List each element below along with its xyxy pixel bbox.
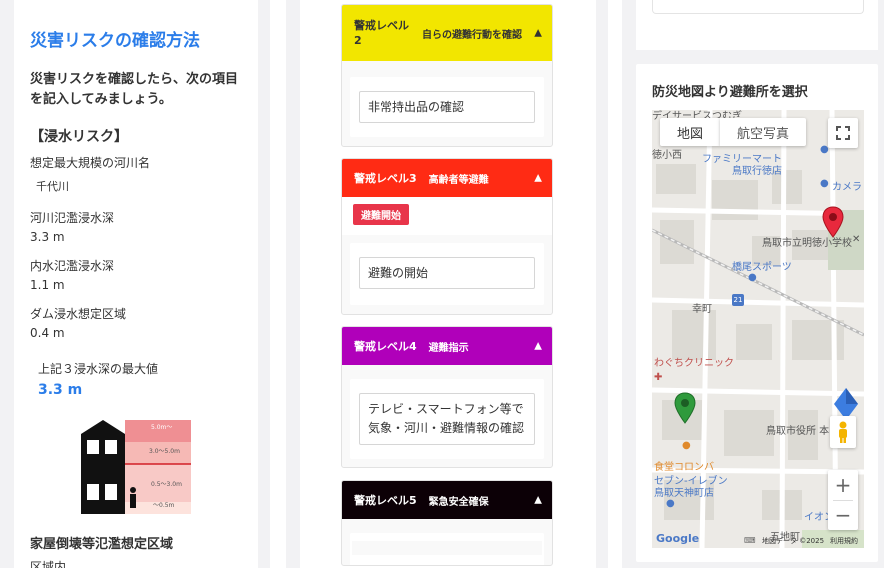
divider-strip bbox=[608, 0, 622, 568]
green-map-pin-icon[interactable] bbox=[674, 392, 696, 428]
alert-level-5-body bbox=[350, 533, 544, 565]
alert-level-5-header[interactable]: 警戒レベル5 緊急安全確保 ▲ bbox=[342, 481, 552, 519]
zoom-control: + − bbox=[828, 470, 858, 530]
previous-card-input bbox=[652, 0, 864, 14]
zoom-in-icon[interactable]: + bbox=[828, 471, 858, 500]
shop-icon[interactable]: ● bbox=[748, 272, 757, 283]
map-title: 防災地図より避難所を選択 bbox=[652, 85, 808, 100]
flood-risk-heading: 【浸水リスク】 bbox=[30, 129, 128, 145]
alert-level-4-header[interactable]: 警戒レベル4 避難指示 ▲ bbox=[342, 327, 552, 365]
map-type-map-button[interactable]: 地図 bbox=[660, 118, 720, 146]
alert-level-2-card: 警戒レベル2 自らの避難行動を確認 ▲ 非常持出品の確認 bbox=[341, 4, 553, 147]
alert-level-2-item[interactable]: 非常持出品の確認 bbox=[359, 91, 535, 123]
evacuation-map[interactable]: デイサービスつむぎ 徳小西 ファミリーマート 鳥取行徳店 ● ● カメラ 鳥取市… bbox=[652, 110, 864, 548]
alert-level-2-sub: 自らの避難行動を確認 bbox=[422, 29, 522, 41]
alert-level-3-body: 避難の開始 bbox=[350, 243, 544, 305]
map-label-cityhall[interactable]: 鳥取市役所 本 bbox=[766, 422, 829, 437]
alert-level-3-item[interactable]: 避難の開始 bbox=[359, 257, 535, 289]
map-label-clinic[interactable]: わぐちクリニック bbox=[654, 354, 734, 369]
alert-level-5-name: 警戒レベル5 bbox=[354, 494, 417, 507]
previous-card bbox=[636, 0, 878, 50]
route-shield-icon: 21 bbox=[732, 294, 744, 306]
restaurant-icon[interactable]: ● bbox=[682, 440, 691, 451]
alert-level-2-name: 警戒レベル2 bbox=[354, 19, 409, 47]
alert-level-3-name: 警戒レベル3 bbox=[354, 172, 417, 185]
alert-level-3-header[interactable]: 警戒レベル3 高齢者等避難 ▲ bbox=[342, 159, 552, 197]
dam-area-value: 0.4 m bbox=[30, 326, 65, 340]
collapse-area-value: 区域内 bbox=[30, 560, 67, 568]
house-label-3-5m: 3.0〜5.0m bbox=[149, 448, 180, 455]
map-panel: 防災地図より避難所を選択 デイサービスつむぎ 徳小西 ファミリーマート 鳥取行徳… bbox=[636, 64, 878, 562]
terms-link[interactable]: 利用規約 bbox=[830, 536, 858, 546]
collapse-arrow-icon[interactable]: ▲ bbox=[534, 341, 542, 352]
alert-level-5-card: 警戒レベル5 緊急安全確保 ▲ bbox=[341, 480, 553, 566]
dam-area-label: ダム浸水想定区域 bbox=[30, 307, 127, 321]
alert-level-3-card: 警戒レベル3 高齢者等避難 ▲ 避難開始 避難の開始 bbox=[341, 158, 553, 315]
max-depth-label: 上記３浸水深の最大値 bbox=[38, 362, 159, 376]
map-label-camera[interactable]: カメラ bbox=[832, 178, 862, 193]
zoom-out-icon[interactable]: − bbox=[828, 501, 858, 530]
house-label-5m: 5.0m〜 bbox=[151, 424, 172, 431]
alert-level-4-card: 警戒レベル4 避難指示 ▲ テレビ・スマートフォン等で気象・河川・避難情報の確認 bbox=[341, 326, 553, 468]
risk-check-panel: 災害リスクの確認方法 災害リスクを確認したら、次の項目を記入してみましょう。 【… bbox=[14, 0, 258, 568]
alert-level-2-body: 非常持出品の確認 bbox=[350, 77, 544, 137]
alert-level-4-item[interactable]: テレビ・スマートフォン等で気象・河川・避難情報の確認 bbox=[359, 393, 535, 445]
evacuation-start-badge: 避難開始 bbox=[353, 204, 409, 225]
river-depth-label: 河川氾濫浸水深 bbox=[30, 211, 115, 225]
map-label-saiwaicho: 幸町 bbox=[692, 304, 712, 315]
map-data-credit[interactable]: 地図データ ©2025 bbox=[762, 536, 824, 546]
map-label-familymart-branch[interactable]: 鳥取行徳店 bbox=[732, 162, 782, 177]
river-depth-value: 3.3 m bbox=[30, 230, 65, 244]
collapse-area-label: 家屋倒壊等氾濫想定区域 bbox=[30, 537, 174, 552]
alert-level-3-sub: 高齢者等避難 bbox=[428, 174, 489, 186]
river-name-value: 千代川 bbox=[36, 180, 69, 193]
map-label-tokushoushi[interactable]: 徳小西 bbox=[652, 146, 682, 161]
inland-depth-label: 内水氾濫浸水深 bbox=[30, 259, 115, 273]
school-icon[interactable]: ✕ bbox=[852, 234, 860, 245]
house-label-05m: 〜0.5m bbox=[153, 502, 175, 509]
collapse-arrow-icon[interactable]: ▲ bbox=[534, 173, 542, 184]
alert-level-2-header[interactable]: 警戒レベル2 自らの避難行動を確認 ▲ bbox=[342, 5, 552, 61]
shop-icon[interactable]: ● bbox=[666, 498, 675, 509]
house-label-05-3m: 0.5〜3.0m bbox=[151, 481, 182, 488]
map-label-colombe[interactable]: 食堂コロンバ bbox=[654, 458, 714, 473]
risk-check-title: 災害リスクの確認方法 bbox=[30, 31, 200, 51]
collapse-arrow-icon[interactable]: ▲ bbox=[534, 28, 542, 39]
red-map-pin-icon[interactable] bbox=[822, 206, 844, 242]
map-label-hashio-sports[interactable]: 橋尾スポーツ bbox=[732, 258, 792, 273]
map-label-seven-branch[interactable]: 鳥取天神町店 bbox=[654, 484, 714, 499]
alert-level-5-sub: 緊急安全確保 bbox=[428, 496, 489, 508]
alert-level-4-name: 警戒レベル4 bbox=[354, 340, 417, 353]
collapse-arrow-icon[interactable]: ▲ bbox=[534, 495, 542, 506]
map-type-aerial-button[interactable]: 航空写真 bbox=[720, 118, 806, 146]
inland-depth-value: 1.1 m bbox=[30, 278, 65, 292]
google-logo: Google bbox=[656, 532, 700, 545]
max-depth-value: 3.3 m bbox=[38, 382, 83, 398]
clinic-icon[interactable]: ✚ bbox=[654, 372, 662, 383]
alert-level-4-body: テレビ・スマートフォン等で気象・河川・避難情報の確認 bbox=[350, 379, 544, 459]
divider-strip bbox=[270, 0, 286, 568]
fullscreen-icon[interactable] bbox=[828, 118, 858, 148]
shop-icon[interactable]: ● bbox=[820, 178, 829, 189]
street-view-pegman-icon[interactable] bbox=[830, 416, 856, 448]
map-footer: Google ⌨ 地図データ ©2025 利用規約 bbox=[652, 530, 864, 548]
keyboard-icon[interactable]: ⌨ bbox=[744, 536, 756, 545]
alert-level-4-sub: 避難指示 bbox=[428, 342, 469, 354]
river-name-label: 想定最大規模の河川名 bbox=[30, 156, 151, 170]
flood-depth-illustration: 5.0m〜 3.0〜5.0m 0.5〜3.0m 〜0.5m bbox=[81, 420, 191, 514]
risk-check-intro: 災害リスクを確認したら、次の項目を記入してみましょう。 bbox=[30, 72, 239, 107]
